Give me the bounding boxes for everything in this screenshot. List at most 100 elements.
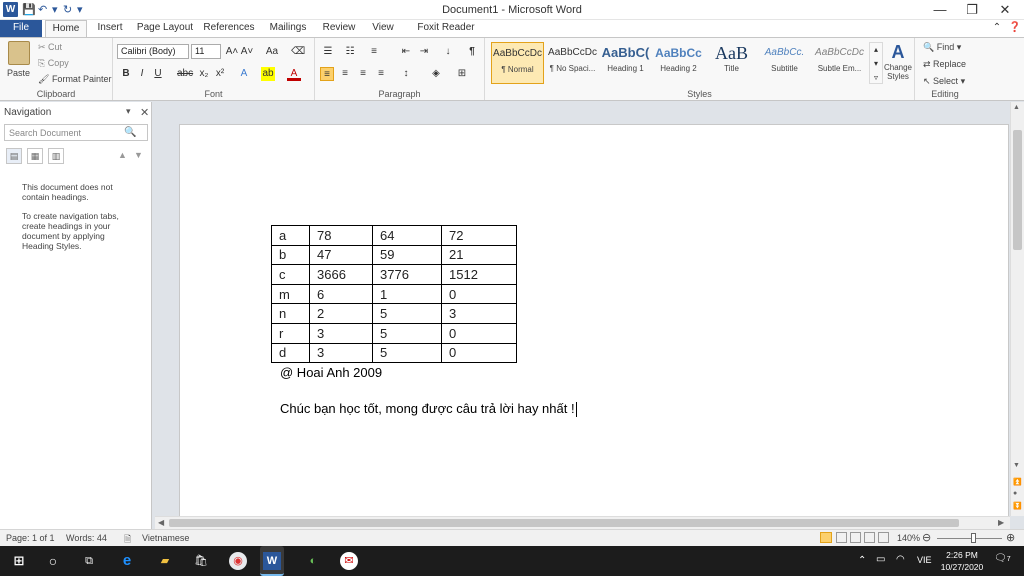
italic-button[interactable]: I	[135, 67, 149, 81]
chrome-icon[interactable]: ◉	[229, 552, 247, 570]
table-cell[interactable]: 3	[441, 303, 517, 324]
align-left-icon[interactable]: ≡	[320, 67, 334, 81]
full-screen-reading-icon[interactable]	[836, 532, 847, 543]
replace-button[interactable]: ⇄ Replace	[923, 59, 966, 70]
scroll-left-icon[interactable]: ◀	[158, 518, 164, 527]
next-heading-icon[interactable]: ▼	[134, 150, 143, 160]
shrink-font-button[interactable]: A˅	[240, 45, 254, 59]
borders-icon[interactable]: ⊞	[455, 67, 469, 81]
scroll-right-icon[interactable]: ▶	[998, 518, 1004, 527]
search-icon[interactable]: 🔍	[124, 127, 136, 138]
nav-close-icon[interactable]: ✕	[140, 106, 149, 119]
nav-options-icon[interactable]: ▾	[126, 106, 131, 117]
tab-mailings[interactable]: Mailings	[266, 20, 310, 37]
sort-icon[interactable]: ↓	[441, 45, 455, 59]
table-cell[interactable]: 5	[372, 322, 442, 344]
table-cell[interactable]: 3	[309, 322, 373, 344]
previous-heading-icon[interactable]: ▲	[118, 150, 127, 160]
store-icon[interactable]: 🛍	[192, 552, 210, 570]
style-heading-2[interactable]: AaBbCc Heading 2	[652, 42, 705, 84]
table-cell[interactable]: 1512	[441, 264, 517, 285]
table-cell[interactable]: c	[271, 264, 310, 285]
page-count[interactable]: Page: 1 of 1	[6, 533, 55, 543]
clock[interactable]: 2:26 PM 10/27/2020	[938, 549, 986, 573]
justify-icon[interactable]: ≡	[374, 67, 388, 81]
show-hidden-icons-icon[interactable]: ⌃	[858, 555, 866, 566]
decrease-indent-icon[interactable]: ⇤	[399, 45, 413, 59]
table-cell[interactable]: a	[271, 225, 310, 246]
zoom-slider-thumb[interactable]	[971, 533, 976, 543]
increase-indent-icon[interactable]: ⇥	[417, 45, 431, 59]
format-painter-button[interactable]: 🖌 Format Painter	[38, 74, 111, 85]
clear-formatting-icon[interactable]: ⌫	[291, 45, 305, 59]
copy-button[interactable]: ⎘ Copy	[38, 58, 69, 69]
search-icon[interactable]: ○	[44, 552, 62, 570]
underline-button[interactable]: U	[151, 67, 165, 81]
font-size-combo[interactable]: 11	[191, 44, 221, 59]
strikethrough-button[interactable]: abc	[177, 67, 193, 81]
message-text[interactable]: Chúc bạn học tốt, mong được câu trả lời …	[280, 401, 577, 418]
font-name-combo[interactable]: Calibri (Body)	[117, 44, 189, 59]
web-layout-icon[interactable]	[850, 532, 861, 543]
word-count[interactable]: Words: 44	[66, 533, 107, 543]
browse-object-icon[interactable]: ●	[1013, 490, 1017, 497]
text-effects-button[interactable]: A	[237, 67, 251, 81]
zoom-out-icon[interactable]: ⊖	[922, 531, 931, 544]
table-cell[interactable]: b	[271, 244, 310, 266]
tab-page-layout[interactable]: Page Layout	[135, 20, 195, 37]
tab-file[interactable]: File	[0, 20, 42, 37]
style-no-spacing[interactable]: AaBbCcDc ¶ No Spaci...	[546, 42, 599, 84]
numbering-icon[interactable]: ☷	[343, 45, 357, 59]
table-cell[interactable]: 47	[309, 244, 373, 266]
table-cell[interactable]: 0	[441, 342, 517, 364]
vertical-scrollbar[interactable]: ▲ ▼ ⏫ ● ⏬	[1010, 102, 1024, 516]
style-heading-1[interactable]: AaBbC( Heading 1	[599, 42, 652, 84]
table-cell[interactable]: 5	[372, 303, 442, 324]
browse-headings-icon[interactable]: ▤	[6, 148, 22, 164]
table-cell[interactable]: 3	[309, 342, 373, 364]
maximize-button[interactable]: ❐	[956, 0, 988, 20]
shading-icon[interactable]: ◈	[429, 67, 443, 81]
credit-text[interactable]: @ Hoai Anh 2009	[280, 365, 382, 380]
battery-icon[interactable]: ▭	[876, 554, 885, 565]
change-case-button[interactable]: Aa	[265, 45, 279, 59]
cut-button[interactable]: ✂ Cut	[38, 42, 62, 53]
tab-home[interactable]: Home	[45, 20, 87, 38]
table-cell[interactable]: 64	[372, 225, 442, 246]
zoom-level[interactable]: 140%	[897, 533, 920, 543]
table-cell[interactable]: 3776	[372, 264, 442, 285]
tab-references[interactable]: References	[203, 20, 255, 37]
table-cell[interactable]: 21	[441, 244, 517, 266]
browse-results-icon[interactable]: ▥	[48, 148, 64, 164]
subscript-button[interactable]: x₂	[197, 67, 211, 81]
windows-start-icon[interactable]: ⊞	[10, 552, 28, 570]
browse-pages-icon[interactable]: ▦	[27, 148, 43, 164]
style-title[interactable]: AaB Title	[705, 42, 758, 84]
table-cell[interactable]: 1	[372, 283, 442, 305]
scroll-down-icon[interactable]: ▼	[1013, 462, 1020, 469]
paste-icon[interactable]	[8, 41, 30, 65]
show-hide-marks-icon[interactable]: ¶	[465, 45, 479, 59]
table-cell[interactable]: 0	[441, 322, 517, 344]
superscript-button[interactable]: x²	[213, 67, 227, 81]
multilevel-list-icon[interactable]: ≡	[367, 45, 381, 59]
tab-foxit-reader-pdf[interactable]: Foxit Reader PDF	[408, 20, 484, 49]
grow-font-button[interactable]: A˄	[225, 45, 239, 59]
wifi-icon[interactable]: ◠	[896, 554, 905, 565]
table-cell[interactable]: n	[271, 303, 310, 324]
close-button[interactable]: ✕	[989, 0, 1021, 20]
zoom-slider[interactable]	[937, 538, 1002, 539]
help-icon[interactable]: ❓	[1008, 20, 1022, 37]
tab-insert[interactable]: Insert	[91, 20, 129, 37]
previous-page-icon[interactable]: ⏫	[1013, 478, 1022, 486]
table-cell[interactable]: 3666	[309, 264, 373, 285]
document-table[interactable]: a 78 64 72 b 47 59 21 c 3666 3776 1512 m 6 1 0 n 2 5 3 r 3 5 0 d…	[271, 225, 517, 364]
document-page[interactable]: a 78 64 72 b 47 59 21 c 3666 3776 1512 m 6 1 0 n 2 5 3 r 3 5 0 d…	[179, 124, 1009, 516]
table-cell[interactable]: m	[271, 283, 310, 305]
horizontal-scrollbar[interactable]: ◀ ▶	[155, 516, 1010, 529]
change-styles-button[interactable]: A Change Styles	[883, 42, 913, 81]
font-color-icon[interactable]: A	[287, 67, 301, 81]
table-cell[interactable]: r	[271, 322, 310, 344]
style-subtle-emphasis[interactable]: AaBbCcDc Subtle Em...	[813, 42, 866, 84]
styles-gallery-scroll[interactable]: ▴ ▾ ▿	[869, 42, 883, 84]
